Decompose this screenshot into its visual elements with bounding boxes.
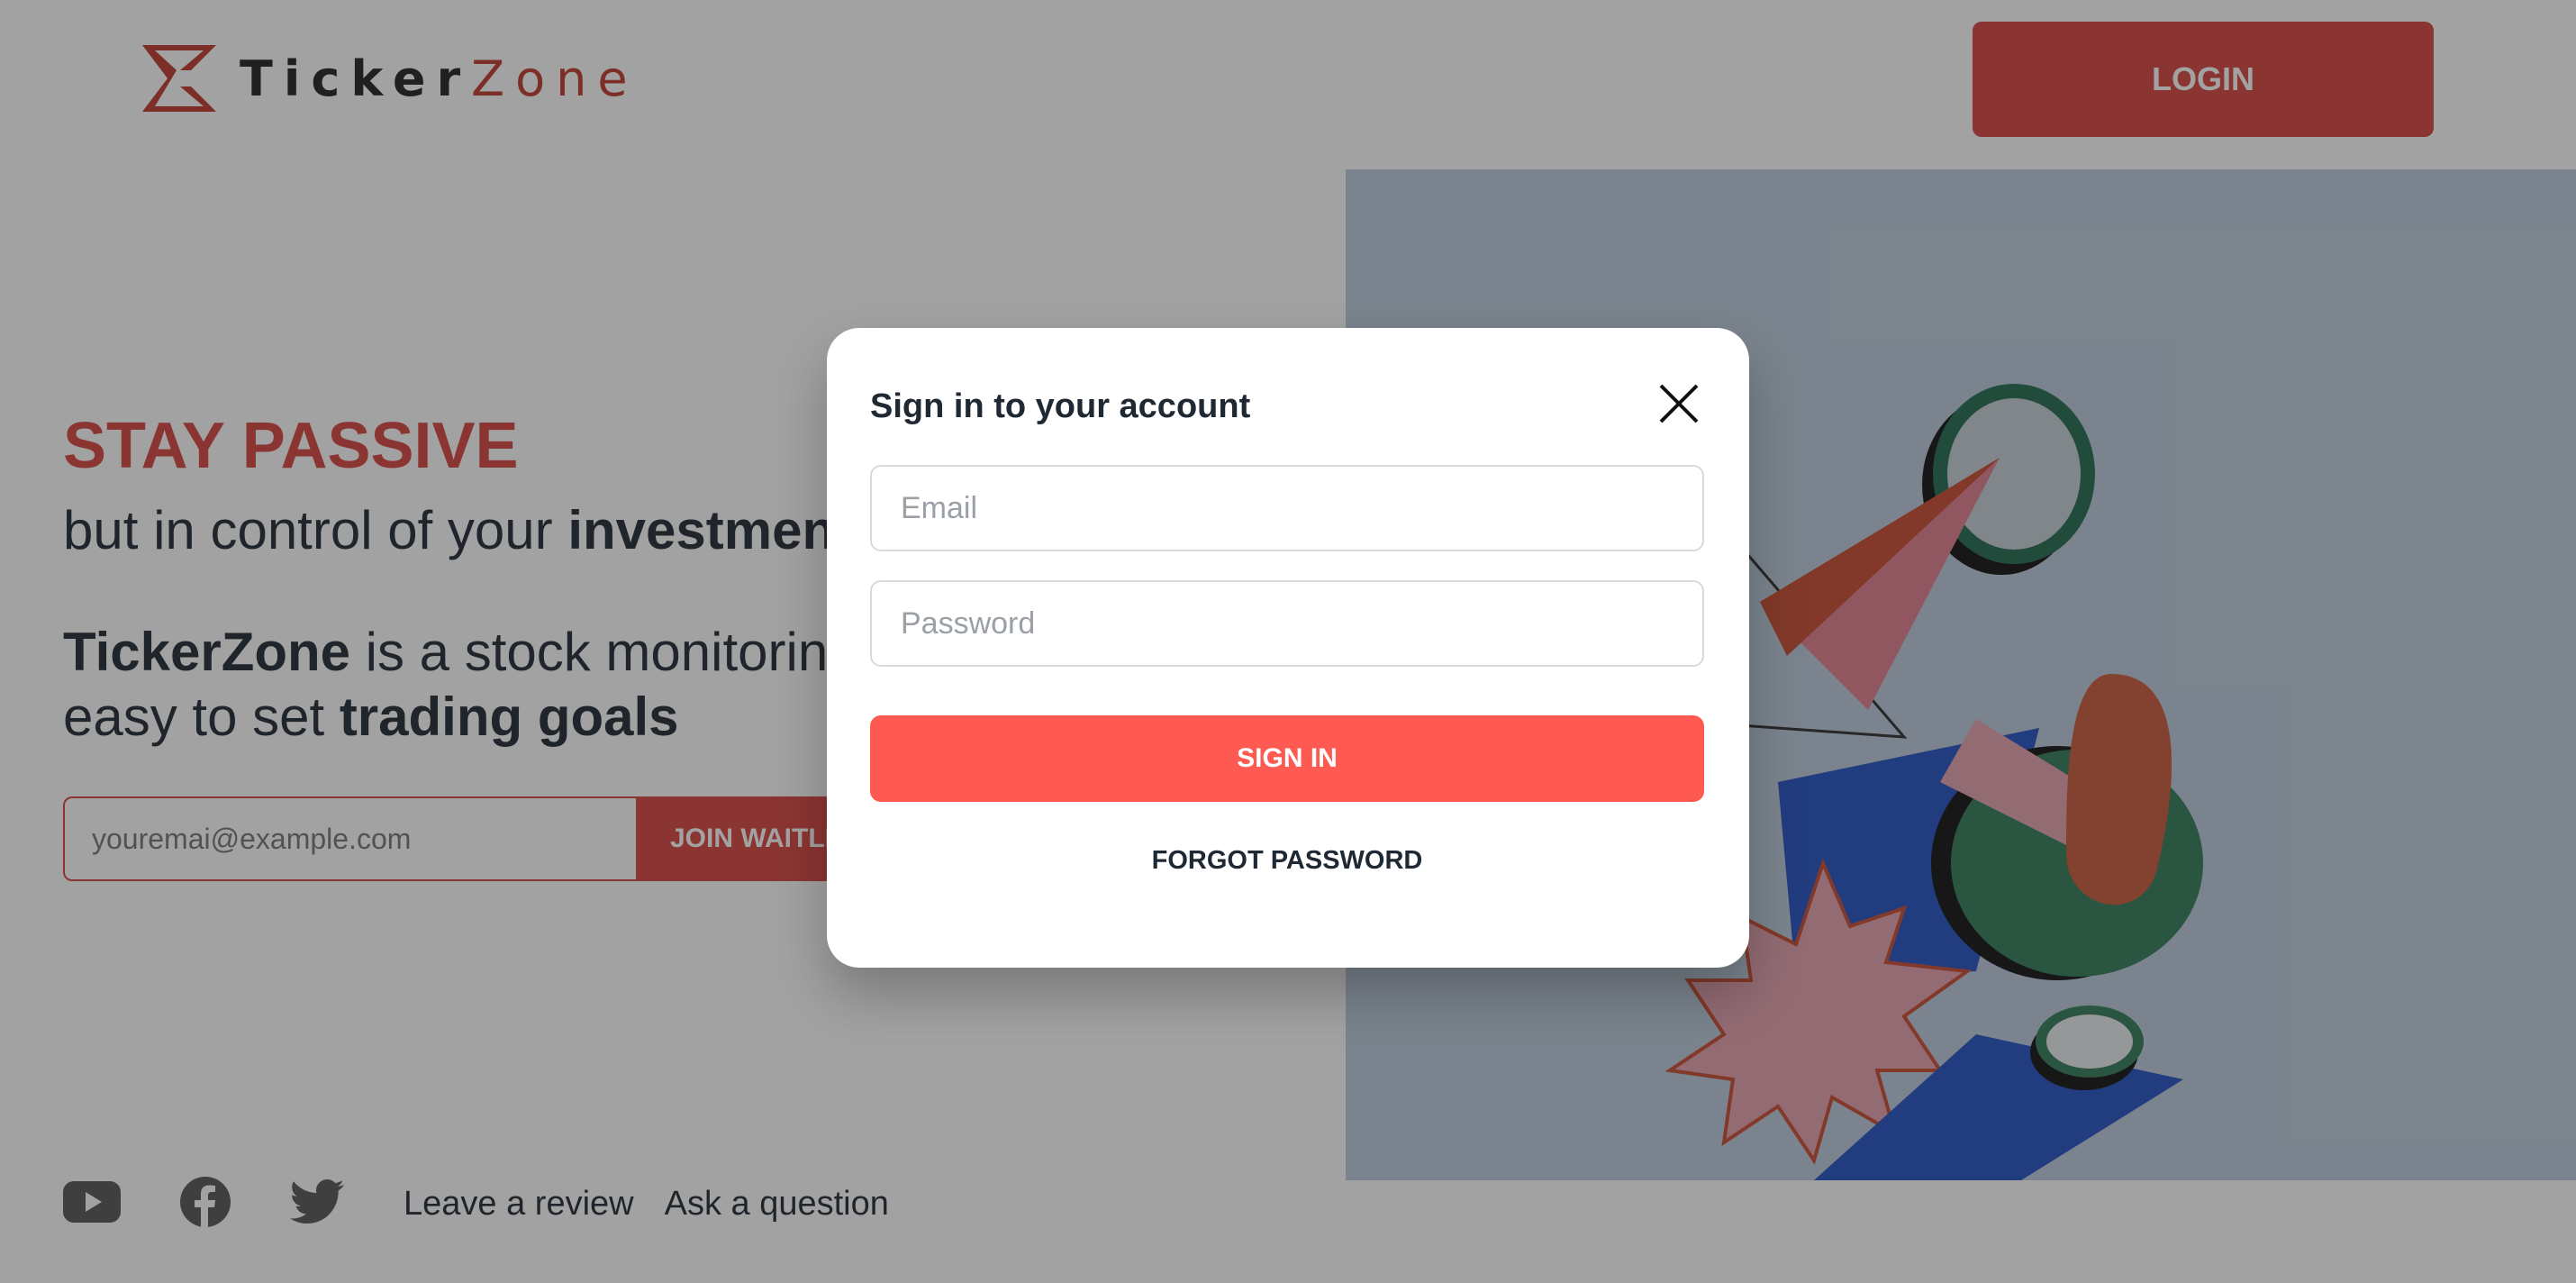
sign-in-button[interactable]: SIGN IN <box>870 715 1704 802</box>
close-modal-button[interactable] <box>1655 380 1702 427</box>
modal-title: Sign in to your account <box>870 387 1251 425</box>
sign-in-modal: Sign in to your account SIGN IN FORGOT P… <box>827 328 1749 968</box>
close-icon <box>1659 384 1699 423</box>
forgot-password-link[interactable]: FORGOT PASSWORD <box>870 845 1704 877</box>
password-field[interactable] <box>870 580 1704 667</box>
email-field[interactable] <box>870 465 1704 551</box>
